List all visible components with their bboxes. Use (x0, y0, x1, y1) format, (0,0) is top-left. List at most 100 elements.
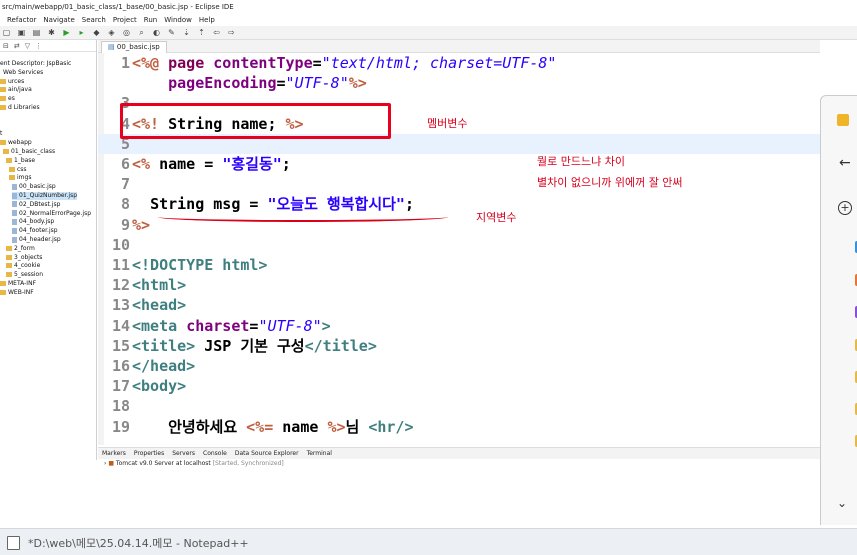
line-number: 12 (111, 276, 130, 295)
debug-icon[interactable]: ✱ (47, 28, 56, 37)
save-icon[interactable]: ▣ (17, 28, 26, 37)
tree-item[interactable]: ain/java (0, 86, 32, 94)
tree-item[interactable]: d Libraries (0, 104, 40, 112)
folder-icon (0, 289, 6, 295)
tree-item[interactable]: 04_footer.jsp (12, 227, 58, 235)
taskbar-notepad-item[interactable]: *D:\web\메모\25.04.14.메모 - Notepad++ (7, 535, 249, 551)
taskbar: *D:\web\메모\25.04.14.메모 - Notepad++ (0, 528, 857, 555)
tree-item[interactable]: imgs (9, 174, 31, 182)
tree-item-label: 02_NormalErrorPage.jsp (19, 209, 92, 217)
run-icon[interactable]: ▶ (62, 28, 71, 37)
toolbar: ▢ ▣ ▤ ✱ ▶ ▸ ◆ ◈ ◎ ⌕ ◐ ✎ ⇣ ⇡ ⇦ ⇨ (0, 26, 857, 40)
menu-project[interactable]: Project (113, 16, 137, 24)
editor-tab-bar: ▤ 00_basic.jsp (98, 40, 820, 53)
file-icon (12, 236, 17, 243)
run-external-icon[interactable]: ▸ (77, 28, 86, 37)
tree-item-label: 01_QuizNumber.jsp (19, 192, 78, 199)
add-icon[interactable]: + (838, 201, 852, 215)
tree-item[interactable]: 00_basic.jsp (12, 183, 56, 191)
bottom-view-tabs: Markers Properties Servers Console Data Sour… (98, 447, 820, 459)
menu-refactor[interactable]: Refactor (7, 16, 36, 24)
tree-item[interactable]: webapp (0, 139, 32, 147)
tree-item[interactable]: 02_DBtest.jsp (12, 201, 60, 209)
menu-run[interactable]: Run (144, 16, 157, 24)
search-icon[interactable]: ⌕ (137, 28, 146, 37)
pin-icon[interactable]: ✎ (167, 28, 176, 37)
chevron-down-icon[interactable]: ⌄ (837, 496, 847, 510)
editor-tab-00-basic[interactable]: ▤ 00_basic.jsp (101, 41, 167, 53)
tree-item-label: Web Services (3, 68, 44, 76)
tree-item[interactable]: 04_header.jsp (12, 236, 61, 244)
tree-item[interactable]: ent Descriptor: JspBasic (0, 60, 71, 68)
collapse-icon[interactable]: ⊟ (3, 42, 9, 50)
new-icon[interactable]: ▢ (2, 28, 11, 37)
tree-item[interactable]: urces (0, 78, 24, 86)
code-text: <title> JSP 기본 구성</title> (132, 336, 377, 355)
server-icon[interactable]: ◈ (107, 28, 116, 37)
tree-item-label: urces (8, 77, 25, 85)
print-icon[interactable]: ▤ (32, 28, 41, 37)
line-number: 9 (120, 215, 130, 234)
server-status: [Started, Synchronized] (212, 460, 284, 467)
folder-icon (6, 245, 12, 251)
forward-icon[interactable]: ⇨ (227, 28, 236, 37)
next-annotation-icon[interactable]: ⇣ (182, 28, 191, 37)
filter-icon[interactable]: ▽ (25, 42, 30, 50)
menu-icon[interactable]: ⋮ (35, 42, 42, 50)
tab-data-source-explorer[interactable]: Data Source Explorer (235, 448, 299, 459)
new-java-icon[interactable]: ◎ (122, 28, 131, 37)
prev-annotation-icon[interactable]: ⇡ (197, 28, 206, 37)
tomcat-icon: ■ (108, 460, 114, 467)
coverage-icon[interactable]: ◆ (92, 28, 101, 37)
code-line: 7 (98, 174, 820, 194)
tree-item[interactable]: 02_NormalErrorPage.jsp (12, 210, 91, 218)
tree-item[interactable]: 4_cookie (6, 262, 40, 270)
folder-icon[interactable] (837, 114, 849, 126)
server-entry[interactable]: › ■ Tomcat v9.0 Server at localhost [Sta… (104, 460, 284, 467)
tree-item-label: 04_header.jsp (19, 236, 61, 243)
tree-item[interactable]: WEB-INF (0, 289, 34, 297)
file-icon (12, 210, 17, 217)
tree-item[interactable]: 1_base (6, 157, 35, 165)
tab-terminal[interactable]: Terminal (307, 448, 332, 459)
tab-servers[interactable]: Servers (172, 448, 195, 459)
line-number: 8 (120, 195, 130, 214)
line-number: 19 (111, 417, 130, 436)
expand-icon[interactable]: › (104, 460, 106, 467)
menu-navigate[interactable]: Navigate (43, 16, 74, 24)
tab-properties[interactable]: Properties (134, 448, 164, 459)
annotation-answer: 별차이 없으니까 위에꺼 잘 안써 (537, 176, 683, 189)
back-icon[interactable]: ⇦ (212, 28, 221, 37)
tree-item[interactable]: Web Services (3, 69, 43, 77)
folder-icon (6, 263, 12, 269)
tree-item[interactable]: css (9, 166, 27, 174)
tree-item[interactable]: 3_objects (6, 254, 42, 262)
tree-item-label: 5_session (14, 271, 44, 279)
open-type-icon[interactable]: ◐ (152, 28, 161, 37)
annotation-member-var: 멤버변수 (427, 117, 468, 130)
code-line: 12 <html> (98, 275, 820, 295)
tree-item[interactable]: t (0, 130, 2, 138)
back-arrow-icon[interactable]: ← (839, 155, 851, 171)
menu-window[interactable]: Window (164, 16, 192, 24)
code-line: 19 안녕하세요 <%= name %>님 <hr/> (98, 417, 820, 437)
folder-icon (3, 149, 9, 154)
tab-console[interactable]: Console (203, 448, 227, 459)
line-number: 17 (111, 377, 130, 396)
menu-search[interactable]: Search (82, 16, 106, 24)
member-var-highlight-box (120, 103, 391, 139)
tree-item[interactable]: 04_body.jsp (12, 218, 54, 226)
file-icon (12, 183, 17, 190)
tree-item[interactable]: 01_QuizNumber.jsp (12, 192, 78, 200)
tree-item[interactable]: 2_form (6, 245, 35, 253)
tree-item[interactable]: META-INF (0, 280, 36, 288)
menu-help[interactable]: Help (199, 16, 215, 24)
tab-markers[interactable]: Markers (102, 448, 126, 459)
tree-item[interactable]: 5_session (6, 271, 43, 279)
code-line: 1 <%@ page contentType="text/html; charse… (98, 53, 820, 73)
tree-item[interactable]: es (0, 95, 15, 103)
tree-item[interactable]: 01_basic_class (3, 148, 55, 156)
folder-icon (0, 87, 6, 93)
line-number: 16 (111, 357, 130, 375)
link-icon[interactable]: ⇄ (14, 42, 20, 50)
